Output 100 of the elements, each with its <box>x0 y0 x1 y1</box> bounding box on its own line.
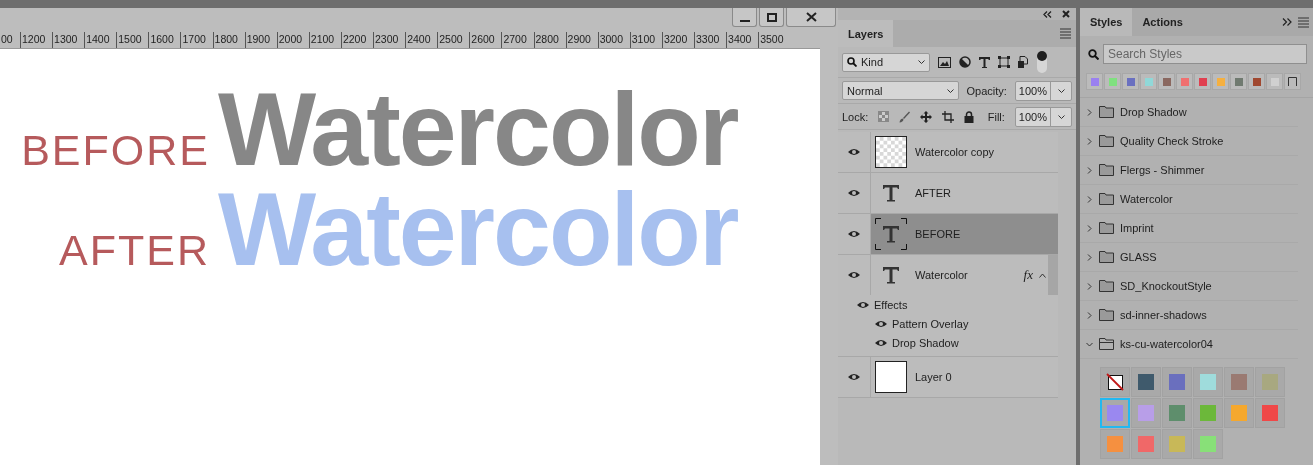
style-swatch[interactable] <box>1158 73 1175 90</box>
ruler-label: 3300 <box>695 32 720 47</box>
layer-row[interactable]: AFTER <box>871 173 1058 213</box>
layer-row[interactable]: Layer 0 <box>871 357 1058 397</box>
style-swatch[interactable] <box>1230 73 1247 90</box>
menu-icon[interactable] <box>1060 28 1071 39</box>
style-swatch[interactable] <box>1212 73 1229 90</box>
selected-type-icon <box>875 218 907 250</box>
layer-thumbnail <box>875 361 907 393</box>
transform-icon[interactable] <box>998 56 1010 68</box>
opacity-field[interactable]: 100% <box>1014 80 1072 101</box>
style-group[interactable]: Watercolor <box>1080 185 1298 214</box>
eye-icon[interactable] <box>847 229 861 239</box>
filter-dropdown[interactable]: Kind <box>842 52 930 72</box>
panel-tab[interactable]: Layers <box>838 20 894 47</box>
maximize-button[interactable] <box>759 8 784 27</box>
style-swatch[interactable] <box>1193 398 1223 428</box>
ruler-label: 2700 <box>503 32 527 47</box>
lock-icon[interactable] <box>964 110 975 123</box>
style-swatch[interactable] <box>1104 73 1121 90</box>
minimize-button[interactable] <box>732 8 757 27</box>
style-swatch[interactable] <box>1131 429 1161 459</box>
style-swatch[interactable] <box>1100 429 1130 459</box>
image-icon[interactable] <box>938 56 951 68</box>
style-swatch[interactable] <box>1224 398 1254 428</box>
eye-icon[interactable] <box>874 337 888 348</box>
document-icon[interactable] <box>1018 56 1029 68</box>
style-swatch[interactable] <box>1131 398 1161 428</box>
fx-label: fx <box>1023 267 1033 283</box>
style-swatch[interactable] <box>1176 73 1193 90</box>
ruler-label: 1900 <box>246 32 270 47</box>
style-swatch[interactable] <box>1100 367 1130 397</box>
fill-field[interactable]: 100% <box>1014 106 1072 127</box>
style-swatch[interactable] <box>1193 429 1223 459</box>
close-icon <box>805 12 817 22</box>
style-group[interactable]: sd-inner-shadows <box>1080 301 1298 330</box>
style-group[interactable]: Quality Check Stroke <box>1080 127 1298 156</box>
style-swatch[interactable] <box>1122 73 1139 90</box>
eye-icon[interactable] <box>847 147 861 157</box>
folder-icon <box>1099 222 1114 234</box>
style-swatch[interactable] <box>1086 73 1103 90</box>
scrollbar-thumb[interactable] <box>1048 255 1058 295</box>
style-swatch[interactable] <box>1255 367 1285 397</box>
style-swatch[interactable] <box>1255 398 1285 428</box>
close-button[interactable] <box>786 8 836 27</box>
style-group[interactable]: Flergs - Shimmer <box>1080 156 1298 185</box>
folder-icon <box>1099 338 1114 350</box>
style-swatch[interactable] <box>1224 367 1254 397</box>
checkerboard-icon[interactable] <box>878 111 890 122</box>
eye-icon[interactable] <box>847 270 861 280</box>
style-swatch[interactable] <box>1193 367 1223 397</box>
eye-icon[interactable] <box>856 299 870 310</box>
style-swatch[interactable] <box>1131 367 1161 397</box>
chevron-right-icon <box>1086 195 1093 203</box>
chevron-right-icon <box>1086 311 1093 319</box>
caret-icon <box>1057 88 1065 93</box>
expand-icon[interactable] <box>1282 18 1292 26</box>
style-swatch[interactable] <box>1162 429 1192 459</box>
panel-tab[interactable]: Styles <box>1080 8 1133 36</box>
ruler-label: 3400 <box>728 32 752 47</box>
style-swatch[interactable] <box>1162 367 1192 397</box>
style-group[interactable]: Imprint <box>1080 214 1298 243</box>
layer-row[interactable]: Watercolor fx <box>871 255 1048 295</box>
style-swatch[interactable] <box>1140 73 1157 90</box>
eye-icon[interactable] <box>874 318 888 329</box>
style-group[interactable]: ks-cu-watercolor04 <box>1080 330 1298 359</box>
style-group[interactable]: Drop Shadow <box>1080 98 1298 127</box>
style-swatch[interactable] <box>1100 398 1130 428</box>
search-icon <box>847 57 857 67</box>
effect-name: Drop Shadow <box>892 336 959 349</box>
bracket-icon <box>1288 77 1297 86</box>
style-swatch[interactable] <box>1266 73 1283 90</box>
eye-icon[interactable] <box>847 372 861 382</box>
menu-icon[interactable] <box>1298 16 1309 28</box>
ruler-label: 1600 <box>150 32 174 47</box>
style-swatch[interactable] <box>1162 398 1192 428</box>
caret-icon <box>918 60 925 64</box>
style-swatch[interactable] <box>1284 73 1301 90</box>
layer-row[interactable]: Watercolor copy <box>871 132 1058 172</box>
style-swatch[interactable] <box>1194 73 1211 90</box>
lock-label: Lock: <box>842 110 869 123</box>
collapse-icon[interactable] <box>1043 10 1052 18</box>
half-circle-icon[interactable] <box>959 56 971 68</box>
style-group[interactable]: SD_KnockoutStyle <box>1080 272 1298 301</box>
type-icon[interactable] <box>979 56 990 68</box>
layer-row[interactable]: BEFORE <box>871 214 1058 254</box>
search-field[interactable]: Search Styles <box>1103 44 1307 64</box>
move-icon[interactable] <box>920 110 933 123</box>
close-icon[interactable] <box>1062 10 1070 18</box>
filter-toggle[interactable] <box>1037 51 1047 73</box>
collapse-caret-icon[interactable] <box>1039 272 1046 278</box>
brush-icon[interactable] <box>899 110 911 123</box>
blend-mode-dropdown[interactable]: Normal <box>842 81 959 100</box>
eye-icon[interactable] <box>847 188 861 198</box>
ruler-label: 2600 <box>471 32 495 47</box>
style-group[interactable]: GLASS <box>1080 243 1298 272</box>
style-swatch[interactable] <box>1248 73 1265 90</box>
ruler-label: 2900 <box>567 32 591 47</box>
maximize-icon <box>766 12 777 22</box>
crop-icon[interactable] <box>942 110 955 123</box>
